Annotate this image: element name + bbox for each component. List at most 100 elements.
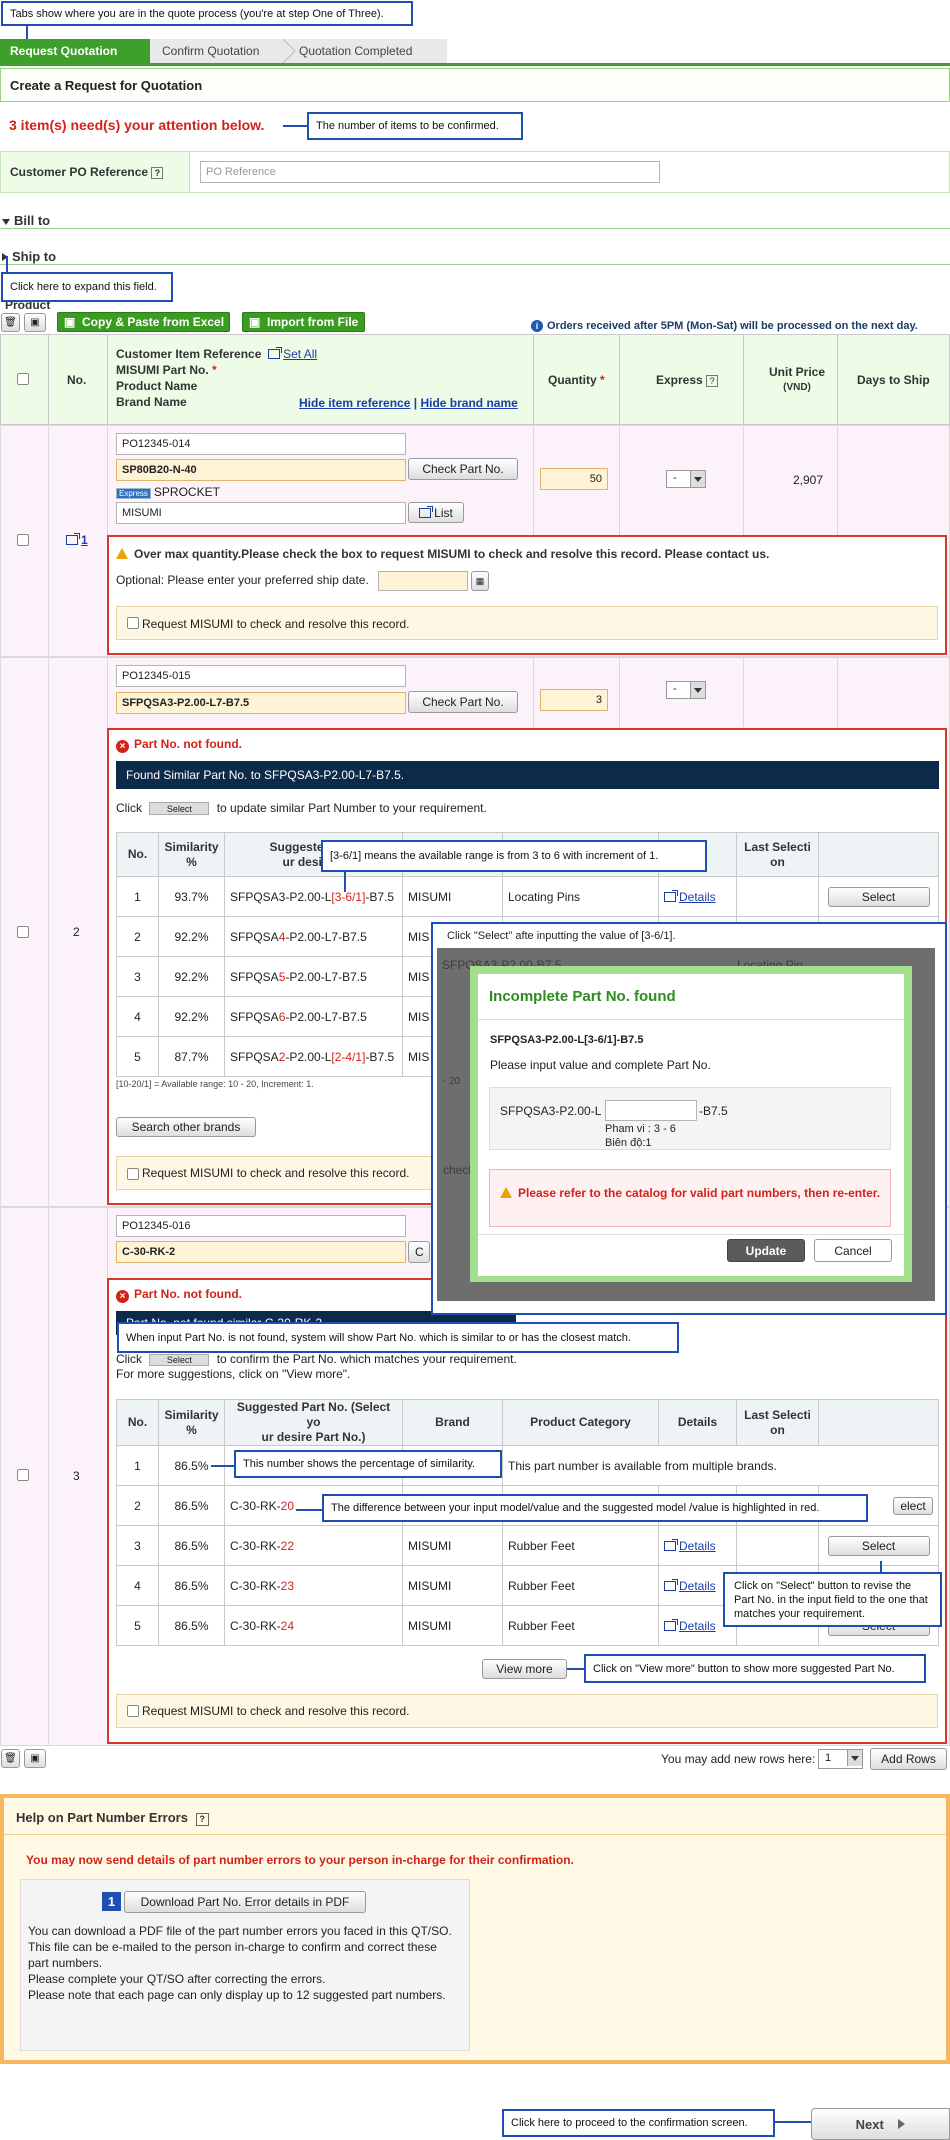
select-button[interactable]: elect [893,1496,933,1515]
row-number-link[interactable]: 1 [66,533,88,547]
part-number-input[interactable]: SFPQSA3-P2.00-L7-B7.5 [116,692,406,714]
request-label: Request MISUMI to check and resolve this… [142,1166,410,1180]
add-rows-button[interactable]: Add Rows [870,1748,947,1770]
quantity-input[interactable]: 50 [540,468,608,490]
window-icon [66,533,80,545]
window-icon [664,1618,678,1631]
suggestion-row: 3 86.5% C-30-RK-22 MISUMI Rubber Feet De… [116,1525,939,1566]
next-button[interactable]: Next [811,2108,950,2140]
select-instruction: Click Select to update similar Part Numb… [116,801,487,815]
modal-prefix: SFPQSA3-P2.00-L [500,1104,602,1118]
hide-links: Hide item reference | Hide brand name [299,396,518,410]
import-file-button[interactable]: ▣ Import from File [242,312,365,332]
add-rows-label: You may add new rows here: [661,1752,816,1766]
request-checkbox[interactable] [127,1168,139,1180]
request-label: Request MISUMI to check and resolve this… [142,617,410,631]
error-icon: × [116,740,129,753]
select-after-callout: Click "Select" afte inputting the value … [447,930,676,942]
row-number: 3 [73,1469,80,1483]
delete-icon[interactable]: 🗑 [1,1749,20,1768]
bill-to-toggle[interactable]: Bill to [2,213,50,228]
difference-callout: The difference between your input model/… [322,1494,868,1522]
customer-po-label: Customer PO Reference ? [10,165,164,179]
row-checkbox[interactable] [17,534,29,546]
help-description: You can download a PDF file of the part … [28,1924,452,2002]
next-callout: Click here to proceed to the confirmatio… [502,2109,775,2137]
warning-icon [116,548,128,559]
details-link[interactable]: Details [679,1539,716,1553]
ship-date-input[interactable] [378,571,468,591]
help-icon[interactable]: ? [151,167,164,179]
part-number-input[interactable]: SP80B20-N-40 [116,459,406,481]
po-reference-input[interactable]: PO Reference [200,161,660,183]
request-checkbox[interactable] [127,1705,139,1717]
row-checkbox[interactable] [17,926,29,938]
error-icon: × [116,1290,129,1303]
check-part-button[interactable]: C [408,1241,430,1263]
select-button[interactable]: Select [827,1535,930,1556]
window-icon [664,1538,678,1551]
list-button[interactable]: List [408,502,464,523]
request-checkbox[interactable] [127,617,139,629]
copy-paste-excel-button[interactable]: ▣ Copy & Paste from Excel [57,312,230,332]
background-snippet: - 20 [443,1076,461,1087]
range-note: [10-20/1] = Available range: 10 - 20, In… [116,1079,314,1089]
part-number-input[interactable]: C-30-RK-2 [116,1241,406,1263]
download-pdf-button[interactable]: Download Part No. Error details in PDF [124,1891,366,1913]
folder-icon[interactable]: ▣ [24,313,46,332]
express-select[interactable]: - [666,681,706,699]
item-reference-input[interactable]: PO12345-016 [116,1215,406,1237]
quantity-input[interactable]: 3 [540,689,608,711]
modal-part: SFPQSA3-P2.00-L[3-6/1]-B7.5 [490,1034,644,1046]
unit-price: 2,907 [793,473,824,487]
folder-icon[interactable]: ▣ [24,1749,46,1768]
help-icon[interactable]: ? [195,1813,209,1826]
delete-icon[interactable]: 🗑 [1,313,20,332]
modal-warning: Please refer to the catalog for valid pa… [500,1186,880,1200]
set-all-link[interactable]: Set All [268,347,317,361]
details-link[interactable]: Details [679,890,716,904]
item-reference-input[interactable]: PO12345-014 [116,433,406,455]
step-tabs: Request Quotation Confirm Quotation Quot… [0,39,447,63]
select-button[interactable]: Select [827,886,930,907]
details-link[interactable]: Details [679,1619,716,1633]
col-express: Express ? [656,373,719,387]
warning-message: Over max quantity.Please check the box t… [116,547,769,561]
error-message: × Part No. not found. [116,1287,242,1303]
items-count-callout: The number of items to be confirmed. [307,112,523,140]
expand-callout: Click here to expand this field. [1,272,173,302]
details-link[interactable]: Details [679,1579,716,1593]
search-other-brands-button[interactable]: Search other brands [116,1117,256,1137]
item-reference-input[interactable]: PO12345-015 [116,665,406,687]
window-icon [664,889,678,902]
row-number: 2 [73,925,80,939]
help-notice: You may now send details of part number … [26,1853,574,1867]
modal-suffix: -B7.5 [699,1104,728,1118]
step-badge: 1 [102,1892,121,1911]
help-title: Help on Part Number Errors ? [16,1810,209,1826]
window-icon [664,1578,678,1591]
express-select[interactable]: - [666,470,706,488]
check-part-button[interactable]: Check Part No. [408,458,518,480]
update-button[interactable]: Update [727,1239,805,1262]
more-suggestions-text: For more suggestions, click on "View mor… [116,1367,351,1381]
brand-input[interactable]: MISUMI [116,502,406,524]
cancel-button[interactable]: Cancel [814,1239,892,1262]
row-checkbox[interactable] [17,1469,29,1481]
check-part-button[interactable]: Check Part No. [408,691,518,713]
range-callout: [3-6/1] means the available range is fro… [321,840,707,872]
select-all-checkbox[interactable] [17,373,29,385]
page-title: Create a Request for Quotation [0,68,950,102]
hide-brand-name-link[interactable]: Hide brand name [420,396,517,410]
arrow-right-icon [898,2119,906,2129]
ship-to-toggle[interactable]: Ship to [2,249,56,264]
step-confirm-quotation: Confirm Quotation [150,39,285,63]
info-icon: i [531,320,543,332]
calendar-icon[interactable]: ▦ [471,571,489,591]
hide-item-reference-link[interactable]: Hide item reference [299,396,410,410]
modal-value-input[interactable] [605,1100,697,1121]
row-count-select[interactable]: 1 [818,1749,863,1769]
view-more-button[interactable]: View more [482,1659,567,1679]
col-item-info: Customer Item Reference Set All MISUMI P… [116,347,318,409]
step-quotation-completed: Quotation Completed [285,39,447,63]
